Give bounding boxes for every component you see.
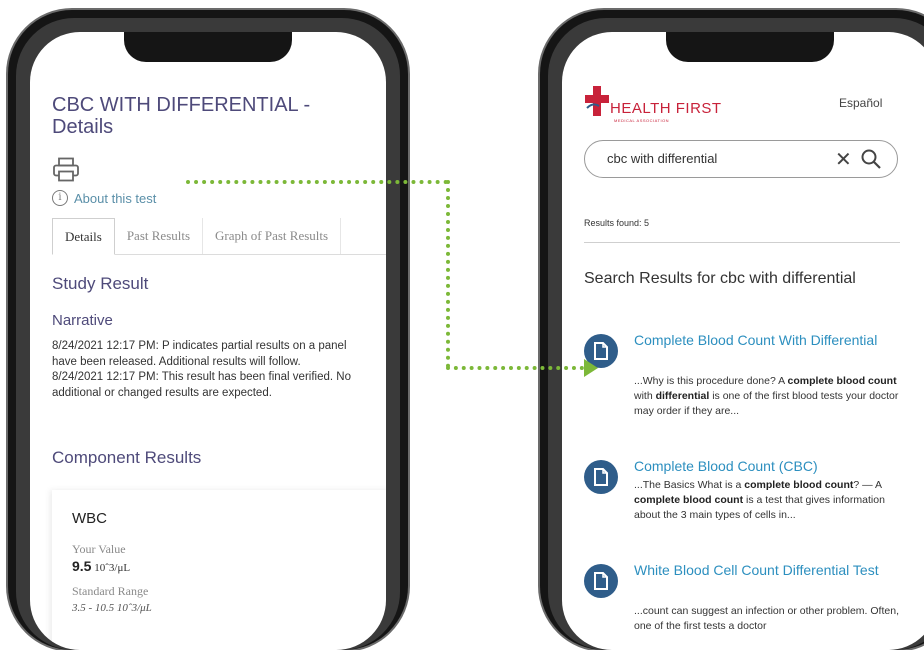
right-phone-bezel: HEALTH FIRST MEDICAL ASSOCIATION Español… (548, 18, 924, 650)
highlighted-term: differential (655, 390, 710, 402)
search-input[interactable]: cbc with differential (607, 151, 717, 166)
print-icon[interactable] (52, 157, 80, 183)
right-phone-screen: HEALTH FIRST MEDICAL ASSOCIATION Español… (562, 32, 924, 650)
highlighted-term: complete blood count (634, 494, 744, 506)
narrative-heading: Narrative (52, 312, 113, 329)
search-result-title-link[interactable]: Complete Blood Count With Differential (634, 330, 884, 351)
value-unit: 10ˆ3/μL (94, 562, 131, 574)
snippet-text: with (634, 390, 656, 402)
narrative-text: 8/24/2021 12:17 PM: P indicates partial … (52, 339, 372, 401)
results-count: Results found: 5 (584, 218, 650, 228)
document-icon (584, 564, 618, 598)
narrative-entry: 8/24/2021 12:17 PM: P indicates partial … (52, 340, 347, 368)
your-value-label: Your Value (72, 542, 126, 556)
brand-name: HEALTH FIRST (610, 100, 722, 117)
document-icon (584, 460, 618, 494)
page-title: CBC WITH DIFFERENTIAL - Details (52, 94, 311, 138)
search-results-heading: Search Results for cbc with differential (584, 270, 856, 287)
standard-range-label: Standard Range (72, 584, 149, 598)
tab-graph-of-past-results[interactable]: Graph of Past Results (203, 218, 342, 254)
about-this-test-link[interactable]: i About this test (52, 190, 156, 206)
right-phone-notch (666, 32, 834, 62)
component-name: WBC (72, 510, 107, 527)
narrative-entry: 8/24/2021 12:17 PM: This result has been… (52, 371, 351, 399)
left-phone-notch (124, 32, 292, 62)
study-result-heading: Study Result (52, 274, 149, 293)
tab-bar: Details Past Results Graph of Past Resul… (52, 218, 386, 255)
component-results-heading: Component Results (52, 448, 202, 467)
connector-line (186, 180, 448, 184)
search-result-title-link[interactable]: White Blood Cell Count Differential Test (634, 560, 884, 581)
divider (584, 242, 900, 243)
highlighted-term: complete blood count (787, 375, 897, 387)
left-phone-frame: CBC WITH DIFFERENTIAL - Details i About … (8, 10, 408, 650)
right-phone-frame: HEALTH FIRST MEDICAL ASSOCIATION Español… (540, 10, 924, 650)
search-icon[interactable] (861, 149, 881, 169)
left-phone-screen: CBC WITH DIFFERENTIAL - Details i About … (30, 32, 386, 650)
health-first-logo[interactable]: HEALTH FIRST MEDICAL ASSOCIATION (584, 84, 734, 124)
arrow-head-icon (584, 359, 598, 377)
search-bar[interactable]: cbc with differential ✕ (584, 140, 898, 178)
tab-details[interactable]: Details (52, 218, 115, 255)
standard-range-value: 3.5 - 10.5 10ˆ3/μL (72, 602, 152, 614)
about-this-test-label: About this test (74, 190, 157, 206)
left-phone-bezel: CBC WITH DIFFERENTIAL - Details i About … (16, 18, 400, 650)
snippet-text: ...Why is this procedure done? A (634, 375, 788, 387)
snippet-text: ...The Basics What is a (634, 479, 745, 491)
snippet-text: ? — A (853, 479, 882, 491)
search-result-snippet: ...Why is this procedure done? A complet… (634, 374, 904, 419)
brand-subtitle: MEDICAL ASSOCIATION (614, 118, 670, 123)
search-result-title-link[interactable]: Complete Blood Count (CBC) (634, 456, 884, 477)
language-link[interactable]: Español (839, 96, 882, 110)
component-card-wbc: WBC Your Value 9.5 10ˆ3/μL Standard Rang… (52, 490, 386, 650)
info-icon: i (52, 190, 68, 206)
value-number: 9.5 (72, 558, 92, 574)
tab-past-results[interactable]: Past Results (115, 218, 204, 254)
connector-line (446, 366, 584, 370)
search-result-snippet: ...The Basics What is a complete blood c… (634, 478, 904, 523)
snippet-text: ...count can suggest an infection or oth… (634, 605, 899, 632)
your-value: 9.5 10ˆ3/μL (72, 558, 130, 574)
cross-logo-icon (585, 86, 609, 116)
highlighted-term: complete blood count (744, 479, 854, 491)
connector-line (446, 180, 450, 368)
search-result-snippet: ...count can suggest an infection or oth… (634, 604, 904, 634)
clear-search-icon[interactable]: ✕ (835, 147, 852, 172)
